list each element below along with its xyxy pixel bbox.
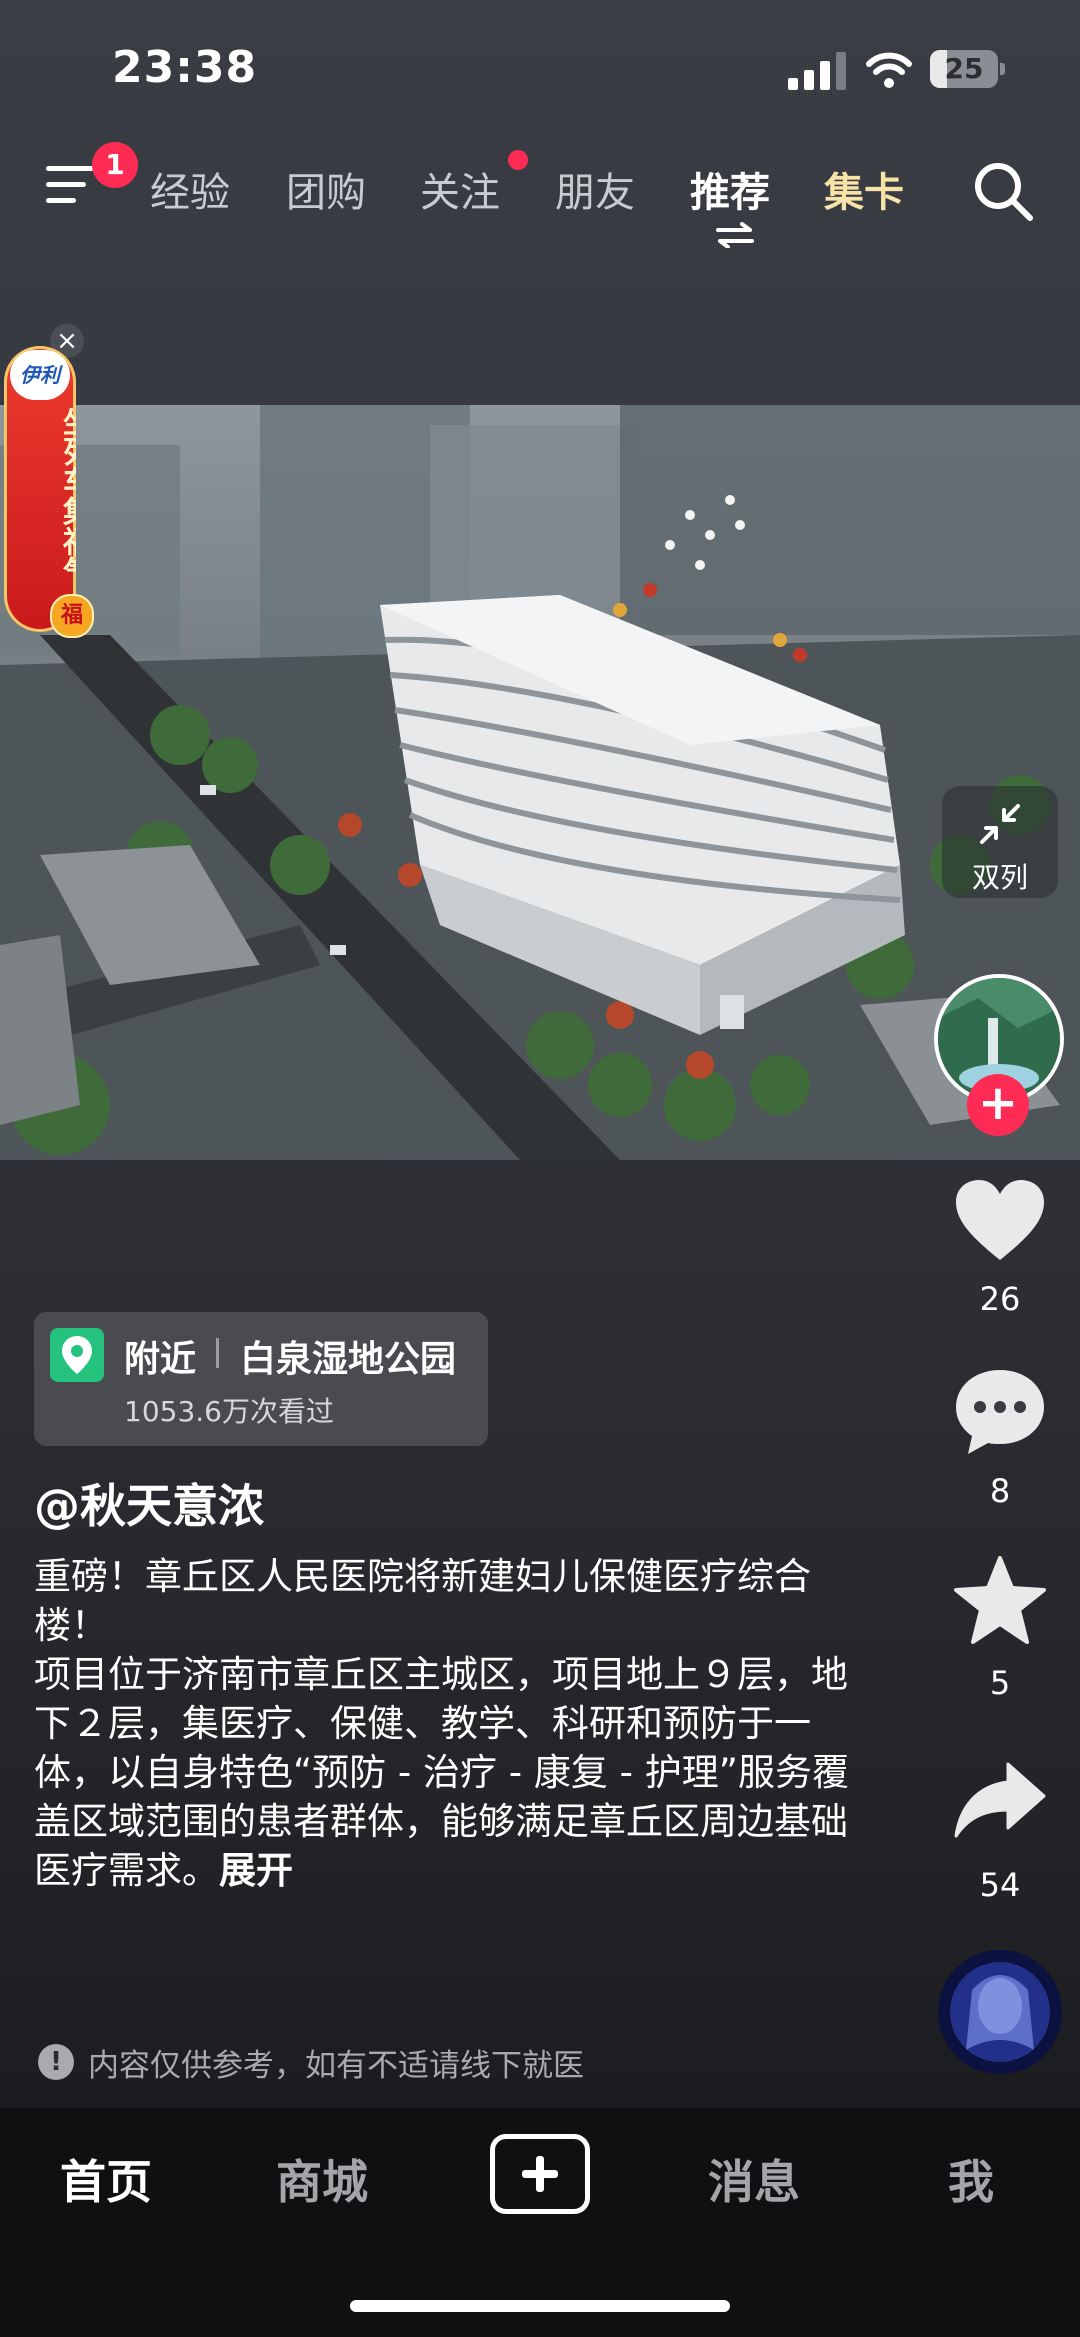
description-line-2: 项目位于济南市章丘区主城区，项目地上９层，地下２层，集医疗、保健、教学、科研和预… <box>34 1653 849 1892</box>
wifi-icon <box>866 52 912 88</box>
search-icon[interactable] <box>970 158 1036 224</box>
author-name[interactable]: @秋天意浓 <box>34 1470 264 1536</box>
heart-icon[interactable] <box>950 1172 1050 1272</box>
share-count: 54 <box>979 1866 1021 1904</box>
nav-messages[interactable]: 消息 <box>708 2146 800 2212</box>
location-views: 1053.6万次看过 <box>124 1395 334 1428</box>
favorite-count: 5 <box>989 1664 1011 1702</box>
music-disc-avatar[interactable] <box>938 1950 1062 2074</box>
dual-column-label: 双列 <box>971 861 1028 894</box>
home-indicator <box>350 2300 730 2312</box>
location-separator <box>216 1338 219 1368</box>
location-nearby: 附近 <box>124 1339 197 1380</box>
dual-column-button[interactable]: 双列 <box>942 786 1058 898</box>
location-chip[interactable]: 附近 白泉湿地公园 1053.6万次看过 <box>34 1312 488 1446</box>
tab-recommended[interactable]: 推荐 <box>690 160 770 218</box>
nav-home[interactable]: 首页 <box>60 2146 152 2212</box>
collapse-arrows-icon <box>980 804 1020 844</box>
status-time: 23:38 <box>112 42 258 93</box>
battery-level: 25 <box>944 52 984 85</box>
video-frame[interactable] <box>0 405 1080 1160</box>
description-line-1: 重磅！章丘区人民医院将新建妇儿保健医疗综合楼！ <box>34 1555 811 1647</box>
share-icon[interactable] <box>950 1752 1050 1852</box>
tab-experience[interactable]: 经验 <box>150 160 230 218</box>
post-description[interactable]: 重磅！章丘区人民医院将新建妇儿保健医疗综合楼！ 项目位于济南市章丘区主城区，项目… <box>34 1552 854 1895</box>
tab-following[interactable]: 关注 <box>420 160 500 218</box>
signal-icon <box>788 52 846 90</box>
ad-fu-badge: 福 <box>50 594 94 638</box>
ad-text: 坐列车集福气 <box>57 406 76 586</box>
location-place: 白泉湿地公园 <box>240 1339 457 1380</box>
expand-link[interactable]: 展开 <box>219 1849 293 1892</box>
comment-count: 8 <box>989 1472 1011 1510</box>
battery-indicator: 25 <box>930 50 1006 90</box>
location-pin-icon <box>50 1328 104 1382</box>
tab-following-dot <box>508 150 528 170</box>
warning-icon: ! <box>38 2044 74 2080</box>
menu-badge: 1 <box>92 142 138 188</box>
disclaimer-text: 内容仅供参考，如有不适请线下就医 <box>88 2048 584 2084</box>
tab-friends[interactable]: 朋友 <box>555 160 635 218</box>
menu-icon[interactable] <box>46 160 98 208</box>
ad-brand-logo: 伊利 <box>10 350 70 400</box>
nav-me[interactable]: 我 <box>948 2146 994 2212</box>
ad-banner[interactable]: 伊利 坐列车集福气 <box>4 346 76 632</box>
nav-mall[interactable]: 商城 <box>276 2146 368 2212</box>
comment-icon[interactable] <box>950 1362 1050 1462</box>
star-icon[interactable] <box>950 1552 1050 1652</box>
tab-group-buy[interactable]: 团购 <box>286 160 366 218</box>
swap-icon <box>716 222 754 248</box>
like-count: 26 <box>979 1280 1021 1318</box>
create-plus-icon[interactable] <box>490 2134 590 2214</box>
tab-collect-cards[interactable]: 集卡 <box>824 160 904 218</box>
follow-button[interactable]: + <box>967 1074 1029 1136</box>
